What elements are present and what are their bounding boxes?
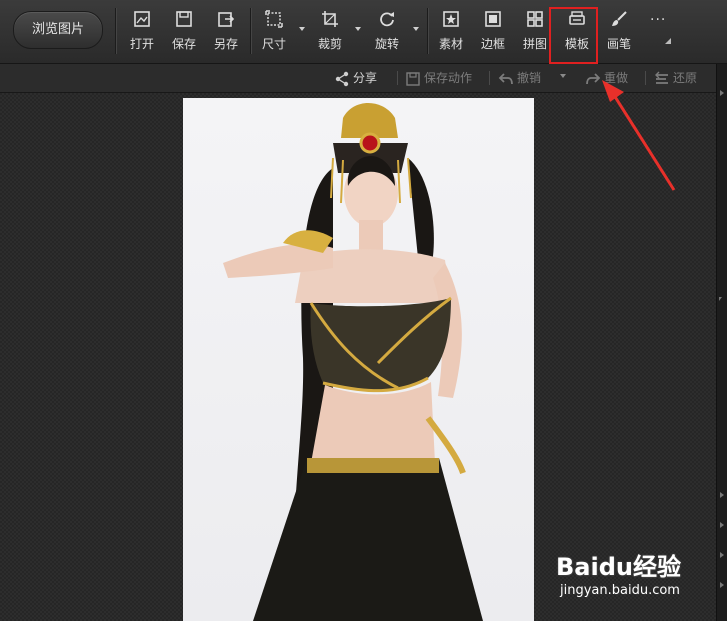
panel-expand-arrow[interactable]: [720, 522, 724, 528]
resize-label: 尺寸: [254, 35, 294, 52]
brush-button[interactable]: 画笔: [599, 10, 639, 54]
collage-icon: [526, 10, 544, 28]
template-highlight-box: [549, 7, 598, 64]
save-as-label: 另存: [206, 35, 246, 52]
save-icon: [175, 10, 193, 28]
more-tools-button[interactable]: ···: [650, 12, 666, 28]
share-icon: [334, 71, 350, 87]
main-toolbar: 浏览图片 打开 保存 另存 尺寸: [0, 0, 727, 64]
watermark-logo: Baidu经验: [556, 547, 681, 582]
toolbar-divider: [115, 8, 117, 54]
actionbar-divider: [489, 71, 490, 85]
frame-icon: [484, 10, 502, 28]
save-label: 保存: [164, 35, 204, 52]
toolbar-divider: [250, 8, 252, 54]
save-action-button[interactable]: 保存动作: [405, 69, 472, 87]
brush-label: 画笔: [599, 35, 639, 52]
actionbar-divider: [397, 71, 398, 85]
undo-dropdown-caret[interactable]: [560, 74, 566, 78]
panel-expand-arrow[interactable]: [720, 552, 724, 558]
rotate-button[interactable]: 旋转: [367, 10, 407, 54]
sticker-button[interactable]: 素材: [431, 10, 471, 54]
panel-expand-arrow[interactable]: [720, 90, 724, 96]
share-button[interactable]: 分享: [334, 69, 377, 87]
undo-button[interactable]: 撤销: [498, 69, 541, 87]
save-as-icon: [217, 10, 235, 28]
annotation-arrow: [590, 70, 690, 200]
baidu-watermark: Baidu经验 jingyan.baidu.com: [556, 547, 706, 607]
crop-icon: [321, 10, 339, 28]
sticker-icon: [442, 10, 460, 28]
undo-icon: [498, 71, 514, 87]
crop-button[interactable]: 裁剪: [310, 10, 350, 54]
crop-dropdown-caret[interactable]: [355, 27, 361, 31]
open-label: 打开: [122, 35, 162, 52]
watermark-url: jingyan.baidu.com: [560, 583, 680, 598]
resize-icon: [265, 10, 283, 28]
frame-button[interactable]: 边框: [473, 10, 513, 54]
frame-label: 边框: [473, 35, 513, 52]
panel-expand-arrow[interactable]: [720, 582, 724, 588]
edited-photo[interactable]: [183, 98, 534, 621]
sticker-label: 素材: [431, 35, 471, 52]
open-image-icon: [133, 10, 151, 28]
undo-label: 撤销: [517, 71, 541, 85]
share-label: 分享: [353, 71, 377, 85]
resize-button[interactable]: 尺寸: [254, 10, 294, 54]
rotate-icon: [378, 10, 396, 28]
save-as-button[interactable]: 另存: [206, 10, 246, 54]
brush-icon: [610, 10, 628, 28]
expand-corner-icon[interactable]: [665, 38, 671, 44]
panel-collapse-arrow[interactable]: [719, 297, 722, 301]
panel-expand-arrow[interactable]: [720, 492, 724, 498]
save-action-label: 保存动作: [424, 71, 472, 85]
save-button[interactable]: 保存: [164, 10, 204, 54]
portrait-figure: [183, 98, 534, 621]
rotate-label: 旋转: [367, 35, 407, 52]
crop-label: 裁剪: [310, 35, 350, 52]
open-button[interactable]: 打开: [122, 10, 162, 54]
resize-dropdown-caret[interactable]: [299, 27, 305, 31]
rotate-dropdown-caret[interactable]: [413, 27, 419, 31]
right-panel-strip[interactable]: [716, 64, 727, 621]
save-action-icon: [405, 71, 421, 87]
toolbar-divider: [427, 8, 429, 54]
browse-images-button[interactable]: 浏览图片: [13, 11, 103, 49]
